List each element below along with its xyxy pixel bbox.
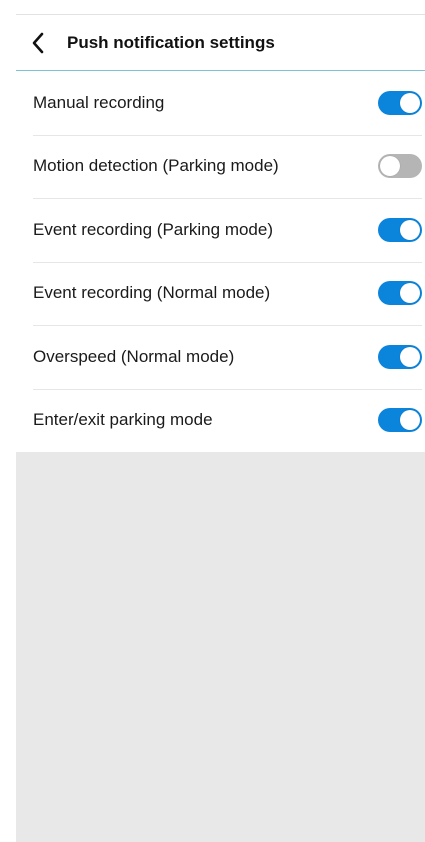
manual-recording-toggle[interactable]: [378, 90, 422, 115]
settings-screen: Push notification settings Manual record…: [16, 14, 425, 842]
overspeed-toggle[interactable]: [378, 344, 422, 369]
toggle-knob: [400, 283, 420, 304]
settings-list: Manual recording Motion detection (Parki…: [16, 71, 425, 452]
app-frame: Push notification settings Manual record…: [0, 0, 425, 842]
setting-label: Event recording (Parking mode): [33, 219, 274, 239]
setting-label: Manual recording: [33, 92, 165, 112]
setting-row-manual-recording: Manual recording: [16, 71, 425, 135]
toggle-knob: [400, 410, 420, 431]
motion-detection-toggle[interactable]: [378, 154, 422, 179]
toggle-knob: [400, 219, 420, 240]
setting-row-motion-detection: Motion detection (Parking mode): [16, 134, 425, 199]
setting-row-parking-mode: Enter/exit parking mode: [16, 388, 425, 453]
setting-label: Overspeed (Normal mode): [33, 346, 235, 366]
event-recording-parking-toggle[interactable]: [378, 217, 422, 242]
toggle-knob: [380, 156, 400, 177]
chevron-left-icon: [32, 32, 44, 53]
setting-row-event-recording-normal: Event recording (Normal mode): [16, 261, 425, 326]
parking-mode-toggle[interactable]: [378, 408, 422, 433]
toggle-knob: [400, 92, 420, 113]
setting-label: Event recording (Normal mode): [33, 283, 271, 303]
page-title: Push notification settings: [67, 32, 275, 52]
top-bar: Push notification settings: [16, 15, 425, 71]
setting-label: Enter/exit parking mode: [33, 410, 213, 430]
setting-row-overspeed: Overspeed (Normal mode): [16, 325, 425, 389]
toggle-knob: [400, 346, 420, 367]
event-recording-normal-toggle[interactable]: [378, 281, 422, 306]
setting-row-event-recording-parking: Event recording (Parking mode): [16, 198, 425, 262]
setting-label: Motion detection (Parking mode): [33, 156, 279, 176]
back-button[interactable]: [16, 15, 60, 71]
